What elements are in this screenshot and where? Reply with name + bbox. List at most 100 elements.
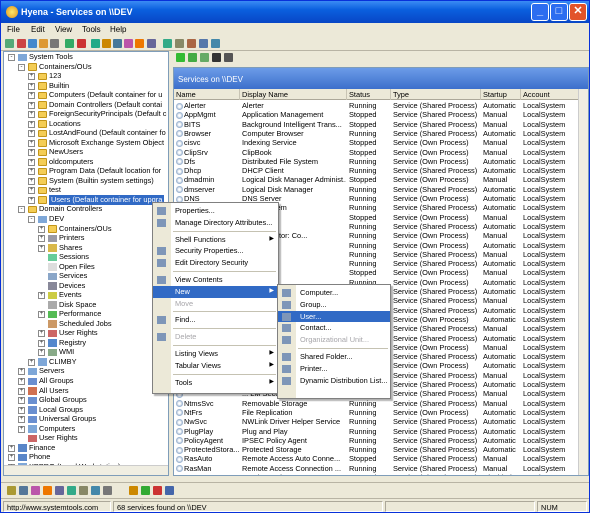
tree-expander[interactable]: + (28, 73, 35, 81)
services-vertical-scrollbar[interactable] (578, 89, 588, 475)
service-row[interactable]: RemoteAccessRouting and Remote AccessSto… (174, 473, 578, 475)
column-startup[interactable]: Startup (481, 89, 521, 100)
toolbar-copy-icon[interactable] (175, 39, 184, 48)
tree-expander[interactable]: + (28, 111, 35, 119)
tree-expander[interactable]: - (8, 54, 15, 61)
menu-item-printer[interactable]: Printer... (278, 363, 390, 375)
menu-item-user[interactable]: User... (278, 310, 390, 323)
tree-expander[interactable]: + (38, 339, 45, 347)
tree-expander[interactable]: + (28, 82, 35, 90)
pane-green-run-icon[interactable] (176, 53, 185, 62)
menu-item-manage-directory-attributes[interactable]: Manage Directory Attributes... (153, 217, 278, 229)
tree-expander[interactable]: + (38, 244, 45, 252)
column-status[interactable]: Status (347, 89, 391, 100)
menu-item-listing-views[interactable]: Listing Views ▶ (153, 348, 278, 360)
tree-expander[interactable]: + (28, 120, 35, 128)
tree-expander[interactable]: + (28, 139, 35, 147)
bottom-share-icon[interactable] (67, 486, 76, 495)
tree-expander[interactable]: + (38, 349, 45, 357)
menu-item-security-properties[interactable]: Security Properties... (153, 245, 278, 257)
column-type[interactable]: Type (391, 89, 481, 100)
bottom-service-icon[interactable] (91, 486, 100, 495)
menu-item-contact[interactable]: Contact... (278, 322, 390, 334)
toolbar-help-icon[interactable] (211, 39, 220, 48)
menu-help[interactable]: Help (110, 25, 126, 34)
close-button[interactable]: ✕ (569, 3, 587, 21)
toolbar-paste-icon[interactable] (187, 39, 196, 48)
menu-item-new[interactable]: New ▶ (153, 285, 278, 298)
menu-edit[interactable]: Edit (31, 25, 45, 34)
bottom-session-icon[interactable] (79, 486, 88, 495)
bottom-disk-icon[interactable] (103, 486, 112, 495)
tree-horizontal-scrollbar[interactable] (4, 465, 168, 475)
tree-expander[interactable]: + (38, 225, 45, 233)
tree-expander[interactable]: + (28, 187, 35, 195)
tree-expander[interactable]: + (28, 92, 35, 100)
pane-close-pane-icon[interactable] (200, 53, 209, 62)
menu-item-group[interactable]: Group... (278, 299, 390, 311)
tree-expander[interactable]: + (18, 406, 25, 414)
pane-dropdown-arrow-icon[interactable] (224, 53, 233, 62)
menu-item-dynamic-distribution-list[interactable]: Dynamic Distribution List... (278, 375, 390, 387)
tree-expander[interactable]: + (8, 454, 15, 462)
title-bar[interactable]: Hyena - Services on \\DEV _ □ ✕ (1, 1, 589, 23)
bottom-find-icon[interactable] (7, 486, 16, 495)
menu-item-computer[interactable]: Computer... (278, 287, 390, 299)
tree-expander[interactable]: + (28, 358, 35, 366)
bottom-computer-icon[interactable] (19, 486, 28, 495)
toolbar-settings-icon[interactable] (199, 39, 208, 48)
menu-item-view-contents[interactable]: View Contents (153, 274, 278, 286)
menu-item-tools[interactable]: Tools ▶ (153, 377, 278, 389)
menu-item-edit-directory-security[interactable]: Edit Directory Security (153, 257, 278, 269)
tree-expander[interactable]: + (38, 292, 45, 300)
toolbar-back-icon[interactable] (5, 39, 14, 48)
tree-expander[interactable]: + (8, 444, 15, 452)
toolbar-computer-icon[interactable] (113, 39, 122, 48)
navigation-tree[interactable]: - System Tools - Containers/OUs +123 + Builtin… (3, 51, 169, 476)
bottom-group-icon[interactable] (43, 486, 52, 495)
menu-file[interactable]: File (7, 25, 20, 34)
bottom-printer-icon[interactable] (55, 486, 64, 495)
tree-expander[interactable]: + (18, 397, 25, 405)
bottom-info-icon[interactable] (165, 486, 174, 495)
tree-expander[interactable]: + (28, 101, 35, 109)
tree-expander[interactable]: + (18, 425, 25, 433)
toolbar-find-icon[interactable] (102, 39, 111, 48)
toolbar-group-icon[interactable] (135, 39, 144, 48)
menu-view[interactable]: View (55, 25, 72, 34)
bottom-event-icon[interactable] (129, 486, 138, 495)
toolbar-properties-icon[interactable] (50, 39, 59, 48)
tree-expander[interactable]: + (28, 177, 35, 185)
toolbar-up-icon[interactable] (28, 39, 37, 48)
column-display-name[interactable]: Display Name (240, 89, 347, 100)
toolbar-delete-icon[interactable] (39, 39, 48, 48)
toolbar-stop-icon[interactable] (77, 39, 86, 48)
toolbar-share-icon[interactable] (163, 39, 172, 48)
menu-tools[interactable]: Tools (82, 25, 101, 34)
pane-view-icon[interactable] (212, 53, 221, 62)
menu-item-tabular-views[interactable]: Tabular Views ▶ (153, 360, 278, 372)
tree-expander[interactable]: + (28, 196, 35, 204)
tree-expander[interactable]: + (28, 130, 35, 138)
toolbar-refresh-icon[interactable] (65, 39, 74, 48)
toolbar-filter-icon[interactable] (91, 39, 100, 48)
tree-expander[interactable]: + (38, 235, 45, 243)
bottom-stop-icon[interactable] (153, 486, 162, 495)
tree-expander[interactable]: + (28, 149, 35, 157)
toolbar-user-icon[interactable] (124, 39, 133, 48)
menu-item-find[interactable]: Find... (153, 314, 278, 326)
menu-item-shell-functions[interactable]: Shell Functions ▶ (153, 234, 278, 246)
menu-item-shared-folder[interactable]: Shared Folder... (278, 351, 390, 363)
tree-expander[interactable]: - (28, 216, 35, 223)
menu-item-properties[interactable]: Properties... (153, 205, 278, 217)
column-name[interactable]: Name (174, 89, 240, 100)
toolbar-printer-icon[interactable] (147, 39, 156, 48)
tree-expander[interactable]: + (28, 158, 35, 166)
tree-expander[interactable]: + (18, 378, 25, 386)
bottom-check-icon[interactable] (141, 486, 150, 495)
toolbar-forward-icon[interactable] (17, 39, 26, 48)
tree-expander[interactable]: + (18, 416, 25, 424)
minimize-button[interactable]: _ (531, 3, 549, 21)
tree-expander[interactable]: + (28, 168, 35, 176)
tree-expander[interactable]: + (38, 330, 45, 338)
